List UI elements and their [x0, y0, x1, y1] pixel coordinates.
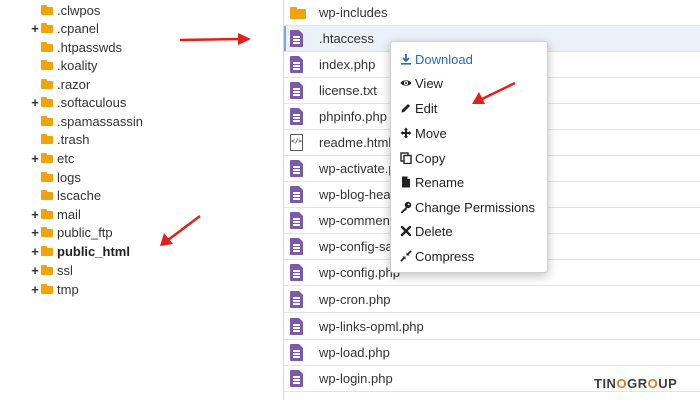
annotation-arrows [160, 33, 516, 246]
brand-watermark: TINOGROUP [594, 376, 678, 391]
arrow-to-public-html [160, 215, 201, 246]
arrow-to-edit [472, 81, 516, 104]
arrow-to-htaccess [179, 33, 251, 45]
